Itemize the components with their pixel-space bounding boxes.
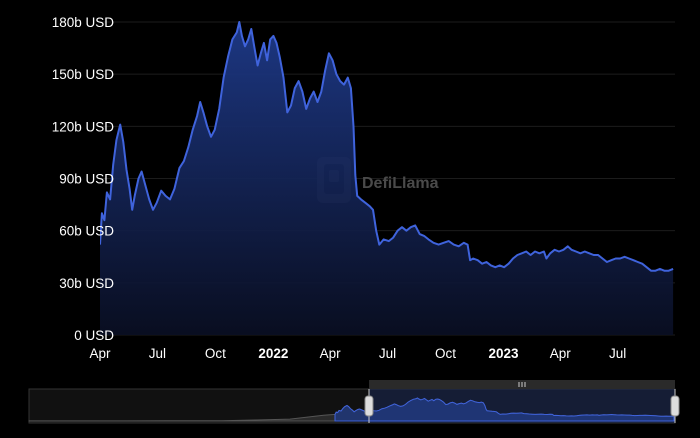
x-tick-label: Oct [435,346,456,361]
y-tick-label: 150b USD [52,67,115,82]
x-tick-label: Jul [149,346,166,361]
y-tick-label: 60b USD [59,224,114,239]
x-axis-ticks: Apr Jul Oct 2022 Apr Jul Oct 2023 Apr Jul [89,346,626,361]
x-tick-label: Jul [609,346,626,361]
time-range-slider[interactable] [29,380,679,423]
tvl-chart-svg: DefiLlama 0 USD 30b USD 60b USD 90b USD 120b… [0,0,700,433]
y-tick-label: 0 USD [74,328,114,343]
watermark-text: DefiLlama [362,175,439,192]
tvl-chart: DefiLlama 0 USD 30b USD 60b USD 90b USD 120b… [0,0,700,433]
x-tick-label: 2023 [488,346,519,361]
y-tick-label: 30b USD [59,276,114,291]
x-tick-label: Apr [320,346,342,361]
x-tick-label: Apr [89,346,111,361]
y-tick-label: 90b USD [59,172,114,187]
x-tick-label: Jul [379,346,396,361]
y-tick-label: 120b USD [52,119,115,134]
x-tick-label: 2022 [258,346,288,361]
x-tick-label: Oct [205,346,226,361]
y-tick-label: 180b USD [52,15,115,30]
x-tick-label: Apr [550,346,572,361]
